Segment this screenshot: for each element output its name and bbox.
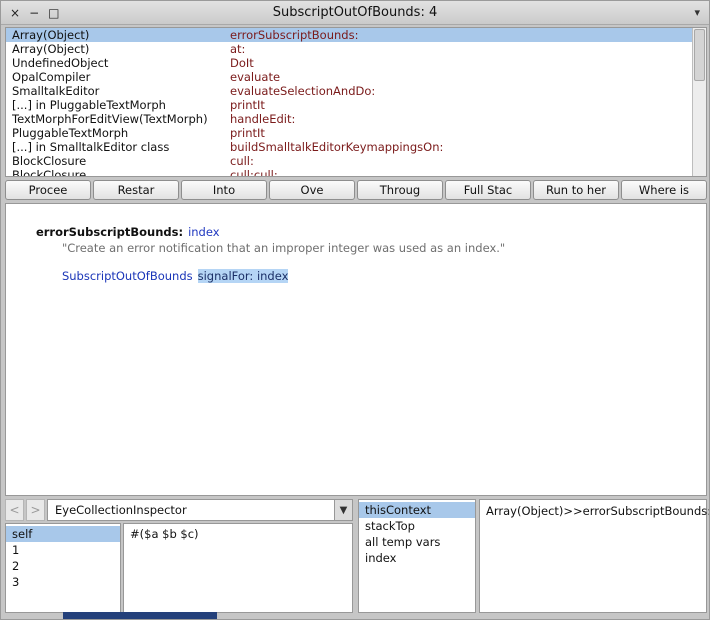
taskbar-fragment — [63, 612, 217, 619]
stack-receiver-label: [...] in PluggableTextMorph — [12, 98, 166, 112]
debug-button-procee[interactable]: Procee — [5, 180, 91, 200]
stack-row[interactable]: SmalltalkEditor evaluateSelectionAndDo: — [6, 84, 692, 98]
stack-selector-label: DoIt — [230, 56, 254, 70]
stack-row[interactable]: [...] in PluggableTextMorph printIt — [6, 98, 692, 112]
stack-receiver-label: BlockClosure — [12, 154, 87, 168]
stack-receiver-label: Array(Object) — [12, 28, 90, 42]
stack-receiver-label: OpalCompiler — [12, 70, 91, 84]
forward-button[interactable]: > — [26, 499, 45, 521]
stack-selector-label: cull:cull: — [230, 168, 278, 176]
stack-scrollbar[interactable] — [692, 28, 706, 176]
context-item[interactable]: all temp vars — [359, 534, 475, 550]
stack-selector-label: printIt — [230, 98, 265, 112]
inspector-value-pane[interactable]: #($a $b $c) — [123, 523, 353, 613]
debug-button-restar[interactable]: Restar — [93, 180, 179, 200]
debug-button-ove[interactable]: Ove — [269, 180, 355, 200]
inspector-class-label: EyeCollectionInspector — [55, 503, 187, 517]
inspector-body: self 1 2 3 #($a $b $c) — [5, 523, 353, 613]
inspector-class-dropdown[interactable]: EyeCollectionInspector ▼ — [47, 499, 353, 521]
receiver-class: SubscriptOutOfBounds — [61, 269, 193, 283]
stack-row[interactable]: PluggableTextMorph printIt — [6, 126, 692, 140]
stack-receiver-label: Array(Object) — [12, 42, 90, 56]
stack-selector-label: at: — [230, 42, 246, 56]
stack-selector-label: cull: — [230, 154, 254, 168]
stack-receiver-label: BlockClosure — [12, 168, 87, 176]
method-reference-pane[interactable]: Array(Object)>>errorSubscriptBounds: — [479, 499, 710, 613]
debug-button-throug[interactable]: Throug — [357, 180, 443, 200]
inspector-toolbar: < > EyeCollectionInspector ▼ — [5, 499, 353, 521]
stack-row[interactable]: Array(Object) errorSubscriptBounds: — [6, 28, 692, 42]
stack-selector-label: evaluate — [230, 70, 281, 84]
debug-button-where-is[interactable]: Where is — [621, 180, 707, 200]
debug-button-into[interactable]: Into — [181, 180, 267, 200]
chevron-down-icon[interactable]: ▼ — [334, 500, 352, 520]
stack-selector-label: evaluateSelectionAndDo: — [230, 84, 376, 98]
stack-receiver-label: PluggableTextMorph — [12, 126, 129, 140]
stack-selector-label: printIt — [230, 126, 265, 140]
context-item[interactable]: thisContext — [359, 502, 475, 518]
stack-row[interactable]: TextMorphForEditView(TextMorph) handleEdi… — [6, 112, 692, 126]
inspector-field-item[interactable]: 2 — [6, 558, 120, 574]
debug-button-run-to-her[interactable]: Run to her — [533, 180, 619, 200]
method-comment: "Create an error notification that an im… — [61, 241, 506, 255]
scrollbar-thumb[interactable] — [694, 29, 705, 81]
inspector-field-item[interactable]: 1 — [6, 542, 120, 558]
window-menu-icon[interactable]: ▾ — [694, 1, 700, 25]
stack-receiver-label: SmalltalkEditor — [12, 84, 100, 98]
context-item[interactable]: index — [359, 550, 475, 566]
stack-list: Array(Object) errorSubscriptBounds: Array(… — [6, 28, 692, 176]
inspector-field-item[interactable]: 3 — [6, 574, 120, 590]
stack-receiver-label: [...] in SmalltalkEditor class — [12, 140, 170, 154]
stack-receiver-label: TextMorphForEditView(TextMorph) — [12, 112, 208, 126]
titlebar[interactable]: × − □ SubscriptOutOfBounds: 4 ▾ — [1, 1, 709, 25]
inspector-pane: < > EyeCollectionInspector ▼ self 1 2 3 #($… — [5, 499, 353, 613]
stack-row[interactable]: UndefinedObject DoIt — [6, 56, 692, 70]
context-list: thisContext stackTop all temp vars index — [358, 499, 476, 613]
stack-selector-label: errorSubscriptBounds: — [230, 28, 359, 42]
stack-row[interactable]: OpalCompiler evaluate — [6, 70, 692, 84]
method-reference: Array(Object)>>errorSubscriptBounds: — [486, 504, 710, 518]
debugger-window: × − □ SubscriptOutOfBounds: 4 ▾ Array(Ob… — [0, 0, 710, 620]
stack-selector-label: buildSmalltalkEditorKeymappingsOn: — [230, 140, 444, 154]
stack-row[interactable]: Array(Object) at: — [6, 42, 692, 56]
inspector-field-list: self 1 2 3 — [5, 523, 121, 613]
window-title: SubscriptOutOfBounds: 4 — [272, 5, 438, 20]
selected-code: signalFor: index — [197, 269, 289, 283]
stack-selector-label: handleEdit: — [230, 112, 296, 126]
inspector-field-item[interactable]: self — [6, 526, 120, 542]
source-pane[interactable]: errorSubscriptBounds: index "Create an er… — [5, 203, 707, 496]
stack-pane: Array(Object) errorSubscriptBounds: Array(… — [5, 27, 707, 177]
method-body-line: SubscriptOutOfBounds signalFor: index — [40, 255, 289, 297]
stack-row[interactable]: [...] in SmalltalkEditor class buildSmall… — [6, 140, 692, 154]
stack-row[interactable]: BlockClosure cull:cull: — [6, 168, 692, 176]
inspector-value: #($a $b $c) — [130, 527, 199, 541]
debug-button-full-stac[interactable]: Full Stac — [445, 180, 531, 200]
stack-row[interactable]: BlockClosure cull: — [6, 154, 692, 168]
stack-receiver-label: UndefinedObject — [12, 56, 109, 70]
context-item[interactable]: stackTop — [359, 518, 475, 534]
debug-toolbar: Procee Restar Into Ove Throug Full Stac Run to… — [5, 180, 707, 200]
back-button[interactable]: < — [5, 499, 24, 521]
